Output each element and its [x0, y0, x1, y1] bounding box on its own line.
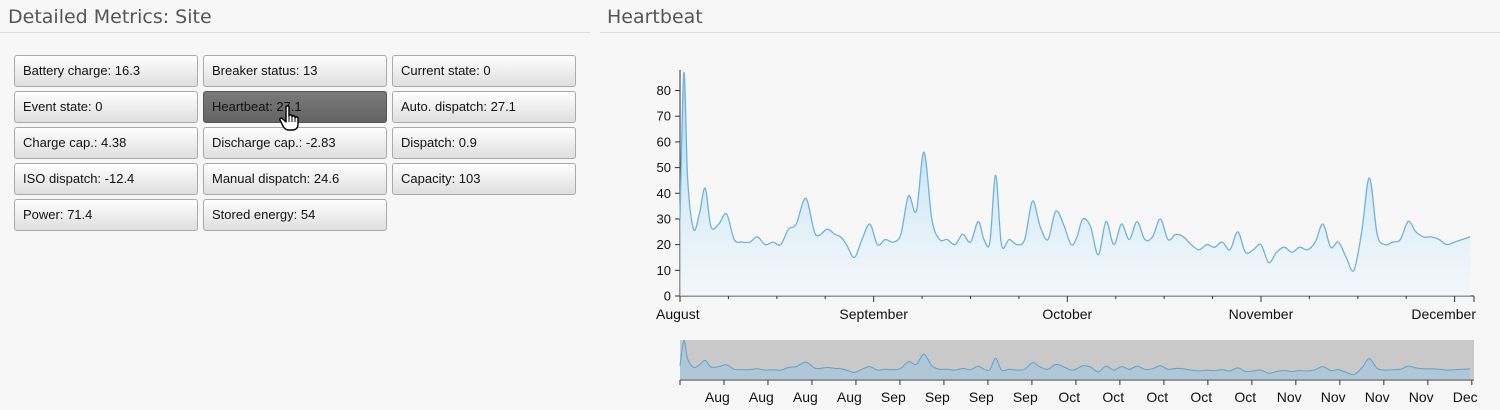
nav-tick-label: Aug: [793, 389, 818, 405]
heartbeat-chart[interactable]: 0 10 20 30 40 50 60 70 80 August September October…: [640, 60, 1490, 330]
nav-tick-label: Dec: [1453, 389, 1478, 405]
metric-button-capacity[interactable]: Capacity: 103: [392, 163, 576, 195]
heartbeat-area: [680, 72, 1471, 297]
metric-button-iso-dispatch[interactable]: ISO dispatch: -12.4: [14, 163, 198, 195]
y-tick-label: 0: [664, 289, 671, 304]
nav-tick-label: Nov: [1409, 389, 1434, 405]
navigator-chart[interactable]: Aug Aug Aug Aug Sep Sep Sep Sep Oct Oct Oct Oct Oct N…: [640, 335, 1490, 410]
left-divider: [0, 32, 590, 33]
chart-section-title: Heartbeat: [607, 6, 703, 28]
nav-tick-label: Aug: [749, 389, 774, 405]
metric-button-breaker-status[interactable]: Breaker status: 13: [203, 55, 387, 87]
metric-button-power[interactable]: Power: 71.4: [14, 199, 198, 231]
metrics-section-title: Detailed Metrics: Site: [8, 6, 212, 28]
nav-tick-label: Oct: [1102, 389, 1124, 405]
nav-tick-label: Aug: [837, 389, 862, 405]
nav-tick-label: Oct: [1058, 389, 1080, 405]
y-tick-label: 20: [657, 237, 671, 252]
metrics-grid: Battery charge: 16.3 Breaker status: 13 …: [14, 55, 576, 231]
metric-button-stored-energy[interactable]: Stored energy: 54: [203, 199, 387, 231]
right-divider: [600, 32, 1500, 33]
nav-tick-label: Nov: [1365, 389, 1390, 405]
metric-button-event-state[interactable]: Event state: 0: [14, 91, 198, 123]
nav-tick-label: Oct: [1234, 389, 1256, 405]
navigator-x-axis: Aug Aug Aug Aug Sep Sep Sep Sep Oct Oct Oct Oct Oct N…: [679, 379, 1478, 405]
nav-tick-label: Nov: [1277, 389, 1302, 405]
x-tick-label: November: [1229, 306, 1294, 322]
nav-tick-label: Sep: [969, 389, 994, 405]
metric-button-battery-charge[interactable]: Battery charge: 16.3: [14, 55, 198, 87]
nav-tick-label: Nov: [1321, 389, 1346, 405]
nav-tick-label: Sep: [1013, 389, 1038, 405]
metric-button-current-state[interactable]: Current state: 0: [392, 55, 576, 87]
y-axis: 0 10 20 30 40 50 60 70 80: [657, 70, 681, 304]
y-tick-label: 70: [657, 109, 671, 124]
y-tick-label: 50: [657, 160, 671, 175]
nav-tick-label: Oct: [1190, 389, 1212, 405]
x-tick-label: December: [1411, 306, 1476, 322]
y-tick-label: 40: [657, 186, 671, 201]
nav-tick-label: Sep: [925, 389, 950, 405]
y-tick-label: 10: [657, 263, 671, 278]
x-tick-label: September: [839, 306, 908, 322]
hand-cursor-icon: [279, 105, 299, 131]
metric-button-charge-cap[interactable]: Charge cap.: 4.38: [14, 127, 198, 159]
x-tick-label: August: [656, 306, 700, 322]
x-axis: August September October November December: [656, 295, 1476, 322]
x-tick-label: October: [1042, 306, 1092, 322]
metric-button-manual-dispatch[interactable]: Manual dispatch: 24.6: [203, 163, 387, 195]
nav-tick-label: Aug: [705, 389, 730, 405]
nav-tick-label: Oct: [1146, 389, 1168, 405]
y-tick-label: 60: [657, 134, 671, 149]
y-tick-label: 30: [657, 211, 671, 226]
y-tick-label: 80: [657, 83, 671, 98]
nav-tick-label: Sep: [881, 389, 906, 405]
metric-button-dispatch[interactable]: Dispatch: 0.9: [392, 127, 576, 159]
metric-button-auto-dispatch[interactable]: Auto. dispatch: 27.1: [392, 91, 576, 123]
